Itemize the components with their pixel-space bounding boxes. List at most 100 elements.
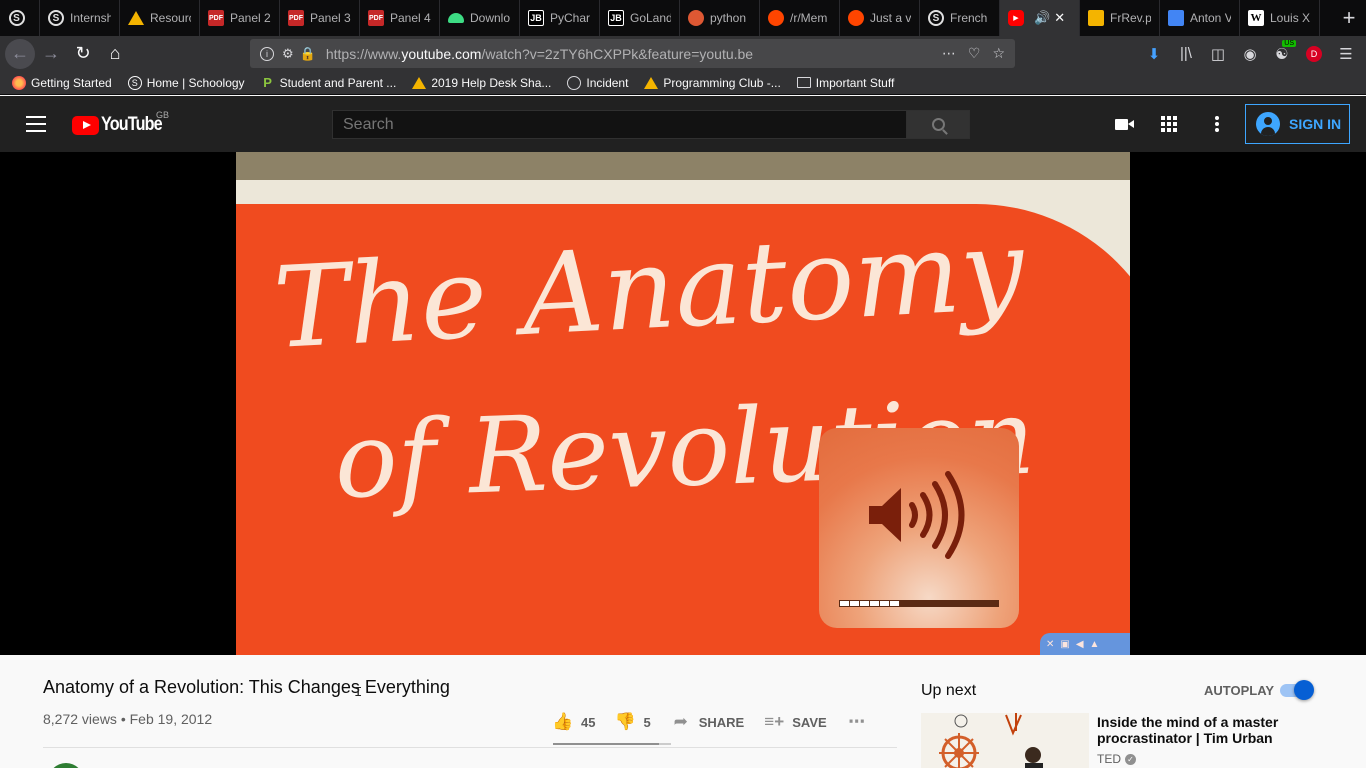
site-info-icon[interactable]: i: [260, 46, 274, 61]
browser-tab-label: Resourc: [150, 11, 191, 25]
browser-tab[interactable]: PDF Panel 4: [360, 0, 440, 36]
browser-tab[interactable]: W Louis X: [1240, 0, 1320, 36]
pip-play-icon[interactable]: ▲: [1090, 639, 1100, 650]
thumbs-up-icon: 👍: [552, 712, 574, 731]
profile-extension-icon[interactable]: D: [1300, 40, 1328, 68]
info-divider: [43, 747, 897, 748]
video-frame[interactable]: The Anatomy of Revolution: [236, 152, 1130, 655]
browser-tab[interactable]: Resourc: [120, 0, 200, 36]
tab-audio-playing-icon[interactable]: 🔊: [1034, 10, 1050, 26]
url-bar[interactable]: i ⚙ 🔒 https://www.youtube.com/watch?v=2z…: [250, 39, 1015, 68]
apps-grid-icon[interactable]: [1157, 112, 1181, 136]
bookmark-item[interactable]: 2019 Help Desk Sha...: [412, 76, 551, 90]
browser-tab[interactable]: /r/Mem: [760, 0, 840, 36]
pocket-icon[interactable]: ♡: [968, 45, 981, 62]
bookmark-label: Home | Schoology: [146, 75, 245, 90]
pip-close-icon[interactable]: ✕: [1046, 639, 1054, 650]
video-player[interactable]: The Anatomy of Revolution ✕ ▣ ◀ ▲: [0, 152, 1366, 655]
bookmark-star-icon[interactable]: ☆: [992, 45, 1005, 62]
forward-button[interactable]: →: [35, 38, 67, 70]
video-title-line1: The Anatomy: [271, 205, 1029, 374]
like-button[interactable]: 👍 45: [552, 712, 595, 732]
sign-in-button[interactable]: SIGN IN: [1245, 104, 1350, 144]
create-video-icon[interactable]: [1109, 112, 1134, 136]
browser-tab-label: Panel 2: [230, 11, 271, 25]
bookmark-item[interactable]: Getting Started: [12, 75, 112, 90]
lock-icon[interactable]: 🔒: [300, 46, 316, 62]
schoology-icon: S: [8, 10, 25, 26]
browser-tab[interactable]: PDF Panel 3: [280, 0, 360, 36]
vpn-extension-icon[interactable]: ☯ US: [1268, 39, 1296, 68]
youtube-logo[interactable]: YouTube GB: [72, 110, 172, 136]
downloads-icon[interactable]: ⬇: [1140, 40, 1168, 68]
bookmark-label: Programming Club -...: [663, 75, 781, 90]
browser-tab[interactable]: JB GoLand: [600, 0, 680, 36]
recommendation-title[interactable]: Inside the mind of a master procrastinat…: [1097, 714, 1297, 746]
save-button[interactable]: ≡+ SAVE: [764, 712, 826, 732]
pip-volume-icon[interactable]: ◀: [1076, 639, 1084, 650]
settings-more-icon[interactable]: [1205, 112, 1229, 136]
autoplay-label: AUTOPLAY: [1204, 683, 1275, 698]
bookmark-item[interactable]: S Home | Schoology: [127, 75, 245, 90]
recommendation-channel[interactable]: TED ✓: [1097, 752, 1136, 766]
youtube-masthead: YouTube GB SIGN IN: [0, 96, 1366, 152]
reddit-icon: [768, 10, 784, 26]
browser-tab[interactable]: Downlo: [440, 0, 520, 36]
browser-tab[interactable]: FrRev.p: [1080, 0, 1160, 36]
pdf-icon: PDF: [208, 10, 224, 26]
guide-menu-icon[interactable]: [26, 116, 46, 132]
url-path: /watch?v=2zTY6hCXPPk&feature=youtu.be: [481, 45, 754, 62]
home-button[interactable]: ⌂: [99, 38, 131, 70]
schoology-icon: S: [48, 10, 64, 26]
browser-tab[interactable]: S French: [920, 0, 1000, 36]
playlist-add-icon: ≡+: [764, 712, 785, 731]
account-icon[interactable]: ◉: [1236, 40, 1264, 68]
browser-tab[interactable]: PDF Panel 2: [200, 0, 280, 36]
autoplay-toggle[interactable]: [1280, 680, 1314, 700]
bookmark-item[interactable]: Important Stuff: [796, 76, 894, 90]
watch-info-area: Anatomy of a Revolution: This Changes Ev…: [0, 655, 1366, 768]
library-icon[interactable]: ||\: [1172, 40, 1200, 68]
channel-avatar[interactable]: [48, 763, 84, 768]
pdf-icon: PDF: [368, 10, 384, 26]
bookmark-label: Student and Parent ...: [279, 75, 397, 90]
up-next-heading: Up next: [921, 682, 977, 699]
bookmark-item[interactable]: Incident: [567, 75, 628, 90]
browser-tab[interactable]: JB PyChar: [520, 0, 600, 36]
new-tab-button[interactable]: +: [1332, 0, 1366, 36]
bookmark-item[interactable]: Programming Club -...: [644, 75, 781, 90]
browser-tab[interactable]: ▶ 🔊 ✕: [1000, 0, 1080, 36]
recommendation-thumbnail[interactable]: [921, 713, 1089, 768]
browser-tab-label: Downlo: [470, 11, 511, 25]
bookmarks-bar: Getting Started S Home | Schoology P Student…: [0, 71, 1366, 95]
volume-segment: [840, 601, 849, 606]
thumbs-down-icon: 👎: [614, 712, 637, 731]
video-actions: 👍 45 👎 5 ➦ SHARE ≡+ SAVE ⋯: [552, 710, 895, 734]
bookmark-item[interactable]: P Student and Parent ...: [261, 75, 397, 90]
browser-tab[interactable]: Just a v: [840, 0, 920, 36]
tracking-protection-icon[interactable]: ⚙: [282, 46, 294, 62]
sign-in-label: SIGN IN: [1289, 116, 1342, 132]
firefox-icon: [12, 75, 26, 90]
pip-expand-icon[interactable]: ▣: [1060, 639, 1069, 650]
browser-tab[interactable]: S: [0, 0, 40, 36]
search-icon: [931, 118, 945, 131]
more-actions-button[interactable]: ⋯: [847, 712, 875, 732]
search-button[interactable]: [906, 110, 970, 139]
browser-tab[interactable]: Anton V: [1160, 0, 1240, 36]
search-input[interactable]: [332, 110, 907, 139]
url-text[interactable]: https://www.youtube.com/watch?v=2zTY6hCX…: [326, 46, 753, 62]
share-button[interactable]: ➦ SHARE: [671, 712, 745, 732]
url-prefix: https://www.: [325, 45, 402, 62]
back-button[interactable]: ←: [5, 38, 35, 69]
sidebar-toggle-icon[interactable]: ◫: [1204, 40, 1232, 68]
page-actions-icon[interactable]: ⋯: [942, 45, 956, 62]
reload-button[interactable]: ↻: [67, 38, 99, 70]
browser-tab[interactable]: S Internshi: [40, 0, 120, 36]
dislike-button[interactable]: 👎 5: [614, 712, 651, 732]
browser-tab[interactable]: python: [680, 0, 760, 36]
browser-tab-label: /r/Mem: [790, 11, 828, 25]
tab-close-icon[interactable]: ✕: [1054, 10, 1065, 26]
picture-in-picture-controls[interactable]: ✕ ▣ ◀ ▲: [1040, 633, 1130, 655]
menu-icon[interactable]: ☰: [1332, 40, 1360, 68]
